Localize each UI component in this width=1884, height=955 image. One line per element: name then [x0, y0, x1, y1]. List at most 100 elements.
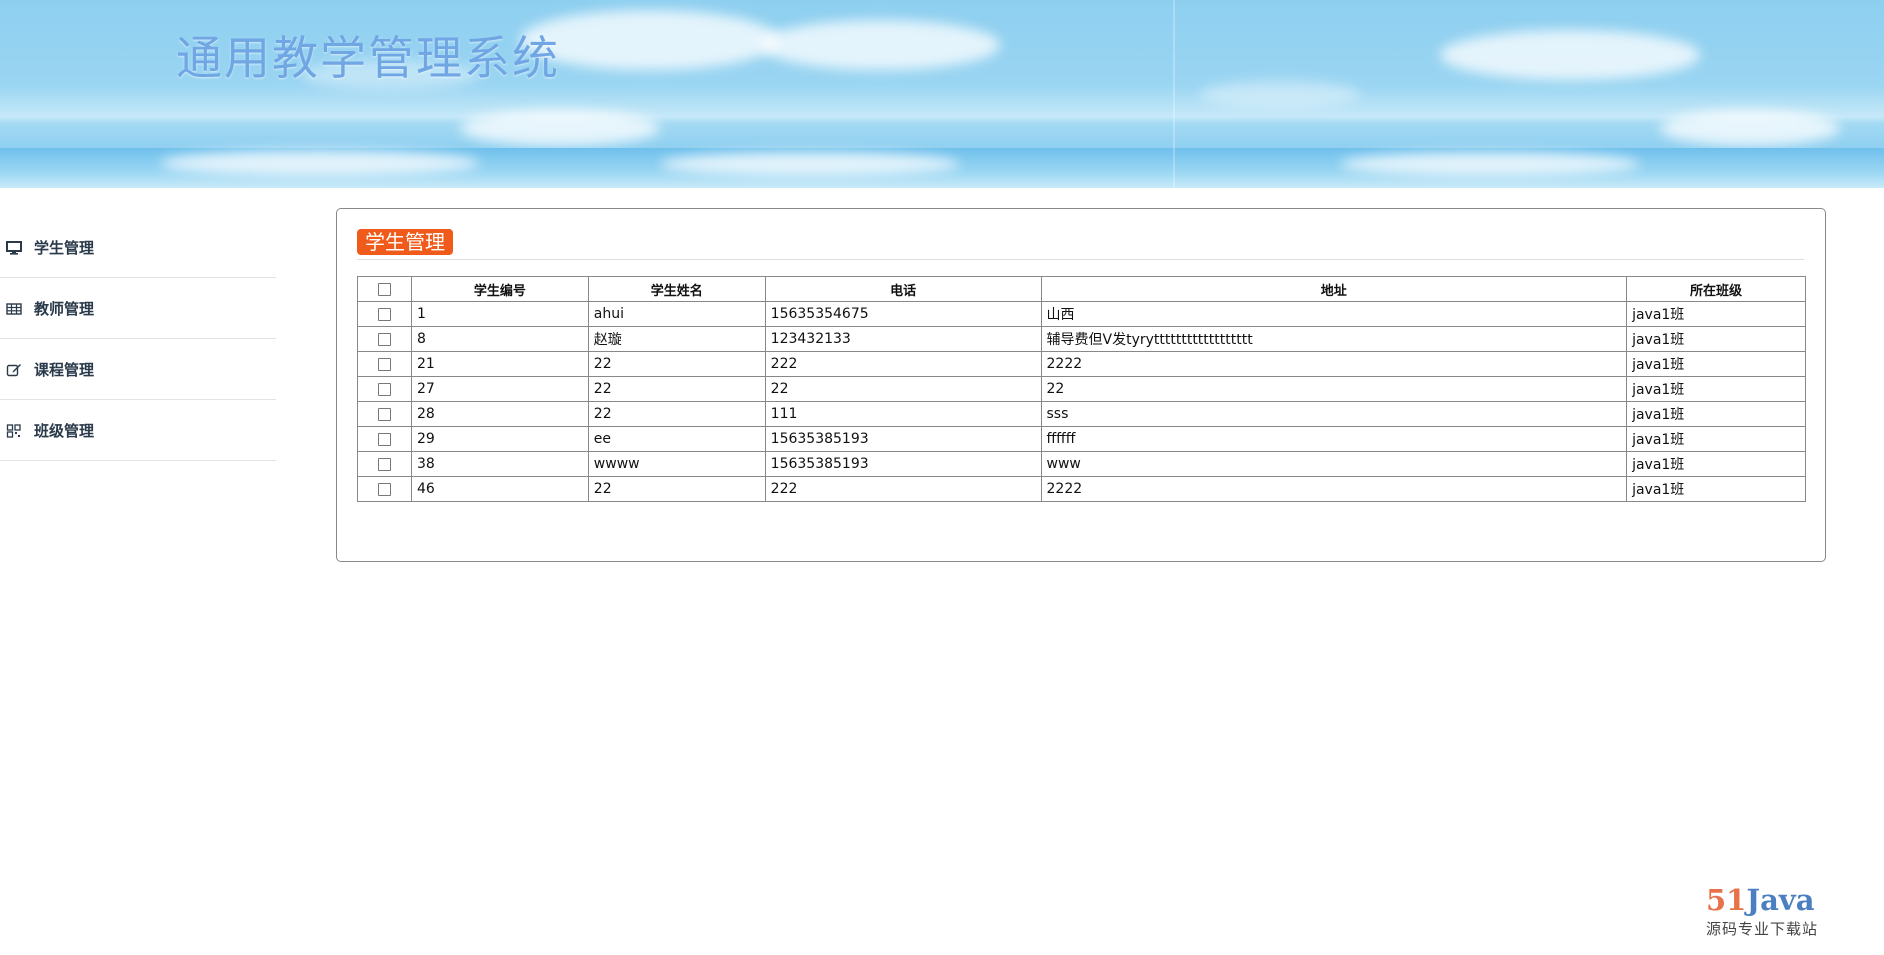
cell-class: java1班 — [1626, 426, 1806, 452]
cell-address: 2222 — [1040, 476, 1628, 502]
table-row[interactable]: 28 22 111 sss java1班 — [357, 401, 1806, 427]
sidebar: 学生管理 教师管理 课程管理 班级管理 — [0, 218, 276, 462]
sidebar-item-label: 班级管理 — [34, 422, 95, 440]
cloud-decoration — [760, 20, 1000, 70]
cell-class: java1班 — [1626, 301, 1806, 327]
table-row[interactable]: 21 22 222 2222 java1班 — [357, 351, 1806, 377]
cell-class: java1班 — [1626, 401, 1806, 427]
panel-header: 学生管理 — [357, 229, 1804, 260]
cell-student-name: 22 — [587, 476, 766, 502]
column-header[interactable]: 地址 — [1040, 276, 1628, 302]
cell-phone: 15635385193 — [764, 451, 1042, 477]
row-select-cell — [357, 451, 412, 477]
cell-class: java1班 — [1626, 326, 1806, 352]
row-select-cell — [357, 326, 412, 352]
watermark-logo-word: Java — [1746, 883, 1815, 917]
watermark-logo-number: 51 — [1706, 883, 1747, 917]
cloud-decoration — [1200, 80, 1360, 108]
row-checkbox[interactable] — [377, 382, 391, 396]
table-row[interactable]: 29 ee 15635385193 ffffff java1班 — [357, 426, 1806, 452]
cell-class: java1班 — [1626, 351, 1806, 377]
select-all-cell — [357, 276, 412, 302]
cell-phone: 123432133 — [764, 326, 1042, 352]
edit-icon — [6, 363, 21, 376]
cell-student-name: 22 — [587, 351, 766, 377]
cell-student-name: ahui — [587, 301, 766, 327]
cell-address: 辅导费但V发tyrytttttttttttttttttt — [1040, 326, 1628, 352]
cell-address: sss — [1040, 401, 1628, 427]
grid-icon — [6, 423, 21, 438]
sidebar-item-teachers[interactable]: 教师管理 — [0, 279, 276, 339]
row-select-cell — [357, 426, 412, 452]
sidebar-item-students[interactable]: 学生管理 — [0, 218, 276, 278]
column-header[interactable]: 学生编号 — [410, 276, 589, 302]
cell-student-id: 38 — [410, 451, 589, 477]
row-select-cell — [357, 301, 412, 327]
cell-student-id: 27 — [410, 376, 589, 402]
header-banner: 通用教学管理系统 — [0, 0, 1884, 188]
cell-phone: 222 — [764, 351, 1042, 377]
cloud-decoration — [660, 152, 960, 176]
watermark-logo-text: 51Java — [1706, 884, 1836, 916]
cell-student-id: 21 — [410, 351, 589, 377]
table-icon — [6, 302, 22, 315]
sidebar-item-courses[interactable]: 课程管理 — [0, 340, 276, 400]
cell-class: java1班 — [1626, 476, 1806, 502]
cell-address: www — [1040, 451, 1628, 477]
cell-student-name: wwww — [587, 451, 766, 477]
cloud-decoration — [1340, 152, 1640, 176]
cloud-decoration — [460, 110, 660, 146]
cell-student-name: ee — [587, 426, 766, 452]
row-select-cell — [357, 476, 412, 502]
cell-student-name: 赵璇 — [587, 326, 766, 352]
cell-phone: 15635385193 — [764, 426, 1042, 452]
sidebar-item-label: 课程管理 — [34, 361, 95, 379]
cell-phone: 111 — [764, 401, 1042, 427]
cell-student-name: 22 — [587, 376, 766, 402]
cell-class: java1班 — [1626, 376, 1806, 402]
row-select-cell — [357, 351, 412, 377]
cloud-decoration — [1440, 30, 1700, 80]
sidebar-item-label: 学生管理 — [34, 239, 95, 257]
cell-address: ffffff — [1040, 426, 1628, 452]
cell-student-id: 8 — [410, 326, 589, 352]
table-row[interactable]: 27 22 22 22 java1班 — [357, 376, 1806, 402]
cell-phone: 222 — [764, 476, 1042, 502]
watermark-logo: 51Java 源码专业下载站 — [1706, 884, 1836, 939]
sidebar-item-label: 教师管理 — [34, 300, 95, 318]
student-panel: 学生管理 学生编号 学生姓名 电话 地址 所在班级 1 ahui 1563535… — [336, 208, 1826, 562]
cell-class: java1班 — [1626, 451, 1806, 477]
table-row[interactable]: 38 wwww 15635385193 www java1班 — [357, 451, 1806, 477]
student-table: 学生编号 学生姓名 电话 地址 所在班级 1 ahui 15635354675 … — [357, 276, 1806, 502]
cell-student-id: 46 — [410, 476, 589, 502]
table-row[interactable]: 46 22 222 2222 java1班 — [357, 476, 1806, 502]
table-row[interactable]: 1 ahui 15635354675 山西 java1班 — [357, 301, 1806, 327]
row-checkbox[interactable] — [377, 407, 391, 421]
sidebar-item-classes[interactable]: 班级管理 — [0, 401, 276, 461]
column-header[interactable]: 学生姓名 — [587, 276, 766, 302]
cell-address: 22 — [1040, 376, 1628, 402]
row-checkbox[interactable] — [377, 307, 391, 321]
cell-student-id: 1 — [410, 301, 589, 327]
cloud-decoration — [1660, 110, 1840, 146]
column-header[interactable]: 所在班级 — [1626, 276, 1806, 302]
table-row[interactable]: 8 赵璇 123432133 辅导费但V发tyryttttttttttttttt… — [357, 326, 1806, 352]
cell-phone: 15635354675 — [764, 301, 1042, 327]
cell-student-id: 29 — [410, 426, 589, 452]
system-title: 通用教学管理系统 — [176, 31, 560, 85]
row-checkbox[interactable] — [377, 432, 391, 446]
row-checkbox[interactable] — [377, 332, 391, 346]
header-band — [0, 148, 1884, 188]
monitor-icon — [6, 240, 22, 255]
column-header[interactable]: 电话 — [764, 276, 1042, 302]
header-seam — [1173, 0, 1175, 188]
cell-address: 山西 — [1040, 301, 1628, 327]
row-checkbox[interactable] — [377, 482, 391, 496]
select-all-checkbox[interactable] — [377, 282, 391, 296]
panel-title: 学生管理 — [357, 229, 453, 255]
row-select-cell — [357, 401, 412, 427]
row-checkbox[interactable] — [377, 457, 391, 471]
row-checkbox[interactable] — [377, 357, 391, 371]
watermark-subtitle: 源码专业下载站 — [1706, 920, 1819, 938]
cell-student-name: 22 — [587, 401, 766, 427]
